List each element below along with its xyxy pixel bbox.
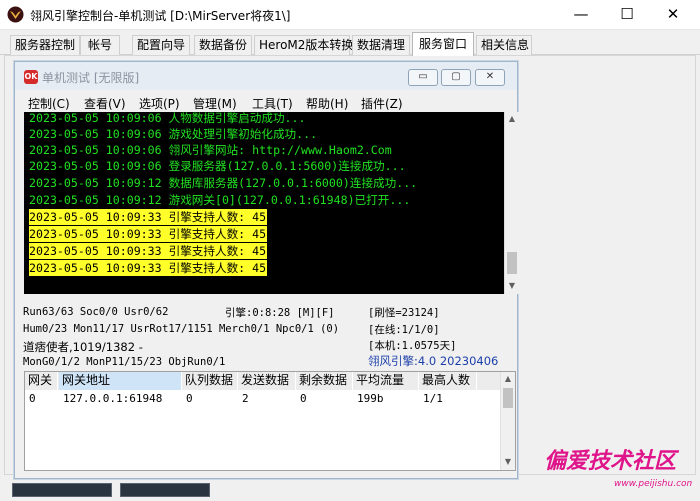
status-online: [在线:1/1/0] (368, 324, 440, 336)
log-line-highlighted: 2023-05-05 10:09:33 引擎支持人数: 45 (29, 226, 268, 242)
engine-version: 翎风引擎:4.0 20230406 (368, 354, 499, 368)
child-window-title: 单机测试 [无限版] (42, 71, 140, 85)
log-line-highlighted: 2023-05-05 10:09:33 引擎支持人数: 45 (29, 209, 268, 225)
log-line: 2023-05-05 10:09:06 游戏处理引擎初始化成功... (29, 127, 318, 141)
log-line: 2023-05-05 10:09:06 人物数据引擎启动成功... (29, 112, 306, 125)
tab-data-backup[interactable]: 数据备份 (194, 35, 252, 55)
menu-help[interactable]: 帮助(H) (306, 95, 348, 112)
log-line-highlighted: 2023-05-05 10:09:33 引擎支持人数: 45 (29, 243, 268, 259)
cell-gateway: 0 (29, 392, 36, 405)
cell-sent: 2 (242, 392, 249, 405)
scroll-up-arrow-icon[interactable]: ▲ (505, 112, 519, 126)
tab-strip: 服务器控制 帐号 配置向导 数据备份 HeroM2版本转换 数据清理 服务窗口 … (0, 30, 700, 56)
col-avg-traffic[interactable]: 平均流量 (353, 372, 419, 390)
col-queue-data[interactable]: 队列数据 (182, 372, 238, 390)
tab-account[interactable]: 帐号 (80, 35, 120, 55)
app-logo-icon (7, 6, 24, 23)
child-title-bar[interactable]: OK 单机测试 [无限版] ▭ ▢ ✕ (15, 62, 517, 90)
tab-server-control[interactable]: 服务器控制 (10, 35, 80, 55)
col-gateway[interactable]: 网关 (25, 372, 58, 390)
tab-herom2-convert[interactable]: HeroM2版本转换 (254, 35, 353, 55)
menu-control[interactable]: 控制(C) (28, 95, 70, 112)
status-monster-refresh: [刷怪=23124] (368, 307, 440, 319)
menu-options[interactable]: 选项(P) (139, 95, 180, 112)
gateway-table[interactable]: 网关 网关地址 队列数据 发送数据 剩余数据 平均流量 最高人数 0 127.0… (24, 371, 516, 471)
child-close-button[interactable]: ✕ (475, 69, 505, 86)
status-engine-uptime: 引擎:0:8:28 [M][F] (225, 307, 335, 319)
status-object: 道痞使者,1019/1382 - (23, 340, 143, 354)
menu-manage[interactable]: 管理(M) (193, 95, 237, 112)
child-maximize-button[interactable]: ▢ (441, 69, 471, 86)
cell-max-players: 1/1 (423, 392, 443, 405)
log-line: 2023-05-05 10:09:06 登录服务器(127.0.0.1:5600… (29, 159, 406, 173)
svg-text:偏爱技术社区: 偏爱技术社区 (544, 448, 680, 474)
bottom-control (120, 483, 210, 497)
scroll-down-arrow-icon[interactable]: ▼ (505, 279, 519, 293)
scroll-thumb[interactable] (503, 388, 513, 408)
col-sent-data[interactable]: 发送数据 (238, 372, 296, 390)
table-scrollbar[interactable]: ▲ ▼ (500, 372, 515, 470)
svg-text:www.peijishu.com: www.peijishu.com (614, 479, 692, 489)
cell-queue: 0 (186, 392, 193, 405)
menu-plugins[interactable]: 插件(Z) (361, 95, 403, 112)
table-header: 网关 网关地址 队列数据 发送数据 剩余数据 平均流量 最高人数 (25, 372, 501, 390)
watermark-graphic: 偏爱技术社区 www.peijishu.com (544, 448, 696, 489)
child-minimize-button[interactable]: ▭ (408, 69, 438, 86)
server-log: 2023-05-05 10:09:06 人物数据引擎启动成功... 2023-0… (24, 112, 504, 294)
cell-remaining: 0 (300, 392, 307, 405)
watermark-logo: 偏爱技术社区 www.peijishu.com (542, 442, 696, 492)
col-remaining-data[interactable]: 剩余数据 (296, 372, 353, 390)
log-line: 2023-05-05 10:09:06 翎风引擎网站: http://www.H… (29, 143, 392, 157)
tab-service-window[interactable]: 服务窗口 (412, 32, 474, 56)
cell-avg-traffic: 199b (357, 392, 384, 405)
title-bar: 翎风引擎控制台-单机测试 [D:\MirServer将夜1\] — ☐ ✕ (0, 0, 700, 30)
log-line-highlighted: 2023-05-05 10:09:33 引擎支持人数: 45 (29, 260, 268, 276)
status-monster-gen: MonG0/1/2 MonP11/15/23 ObjRun0/1 (23, 356, 226, 368)
status-run: Run63/63 Soc0/0 Usr0/62 (23, 306, 169, 318)
tab-about[interactable]: 相关信息 (476, 35, 532, 55)
close-button[interactable]: ✕ (650, 0, 696, 30)
status-local-uptime: [本机:1.0575天] (368, 340, 457, 352)
menu-view[interactable]: 查看(V) (84, 95, 126, 112)
status-human: Hum0/23 Mon11/17 UsrRot17/1151 Merch0/1 … (23, 323, 340, 335)
log-line: 2023-05-05 10:09:12 数据库服务器(127.0.0.1:600… (29, 176, 418, 190)
scroll-down-arrow-icon[interactable]: ▼ (501, 455, 515, 469)
server-app-icon: OK (24, 70, 38, 84)
log-scrollbar[interactable]: ▲ ▼ (504, 112, 519, 294)
col-gateway-address[interactable]: 网关地址 (59, 372, 182, 390)
menu-tools[interactable]: 工具(T) (252, 95, 293, 112)
log-line: 2023-05-05 10:09:12 游戏网关[0](127.0.0.1:61… (29, 193, 411, 207)
tab-data-cleanup[interactable]: 数据清理 (352, 35, 410, 55)
cell-address: 127.0.0.1:61948 (63, 392, 163, 405)
maximize-button[interactable]: ☐ (604, 0, 650, 30)
menu-bar: 控制(C) 查看(V) 选项(P) 管理(M) 工具(T) 帮助(H) 插件(Z… (15, 93, 517, 112)
server-child-window: OK 单机测试 [无限版] ▭ ▢ ✕ 控制(C) 查看(V) 选项(P) 管理… (14, 61, 519, 479)
scroll-up-arrow-icon[interactable]: ▲ (501, 372, 515, 386)
window-title: 翎风引擎控制台-单机测试 [D:\MirServer将夜1\] (30, 9, 291, 23)
minimize-button[interactable]: — (558, 0, 604, 30)
scroll-thumb[interactable] (507, 252, 517, 274)
tab-config-wizard[interactable]: 配置向导 (132, 35, 190, 55)
bottom-control (12, 483, 112, 497)
col-max-players[interactable]: 最高人数 (419, 372, 477, 390)
